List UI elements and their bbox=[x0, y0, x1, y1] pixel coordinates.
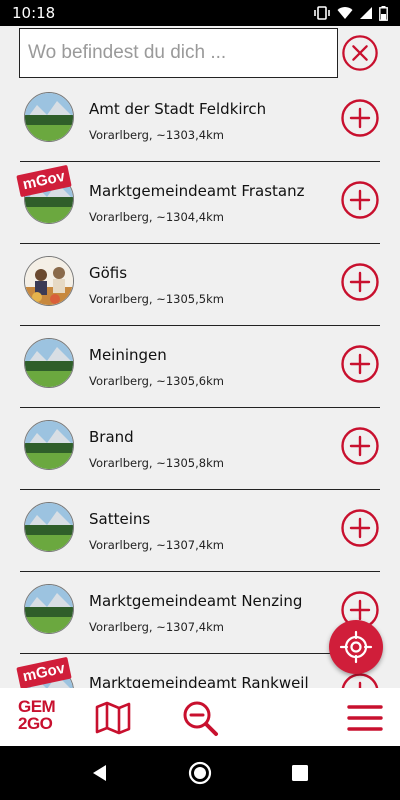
plus-circle-icon[interactable] bbox=[340, 672, 380, 688]
item-name: Marktgemeindeamt Frastanz bbox=[89, 182, 305, 200]
close-circle-icon[interactable] bbox=[341, 34, 379, 72]
status-bar: 10:18 bbox=[0, 0, 400, 26]
municipality-thumbnail bbox=[24, 584, 74, 634]
bottom-nav: GEM 2GO bbox=[0, 688, 400, 746]
list-item[interactable]: Amt der Stadt Feldkirch Vorarlberg, ~130… bbox=[20, 80, 380, 162]
item-subtitle: Vorarlberg, ~1305,8km bbox=[89, 456, 224, 470]
item-name: Göfis bbox=[89, 264, 128, 282]
municipality-thumbnail bbox=[24, 420, 74, 470]
map-icon[interactable] bbox=[93, 698, 133, 738]
crosshair-icon bbox=[339, 630, 373, 664]
list-item[interactable]: Satteins Vorarlberg, ~1307,4km bbox=[20, 490, 380, 572]
hamburger-menu-icon[interactable] bbox=[345, 698, 385, 738]
vibrate-icon bbox=[314, 6, 330, 20]
wifi-icon bbox=[337, 7, 353, 20]
locate-me-button[interactable] bbox=[329, 620, 383, 674]
location-search-input[interactable] bbox=[19, 28, 338, 78]
status-time: 10:18 bbox=[12, 4, 56, 22]
item-name: Amt der Stadt Feldkirch bbox=[89, 100, 267, 118]
item-subtitle: Vorarlberg, ~1305,6km bbox=[89, 374, 224, 388]
logo-line-1: GEM bbox=[18, 697, 56, 716]
item-name: Brand bbox=[89, 428, 134, 446]
plus-circle-icon[interactable] bbox=[340, 344, 380, 384]
battery-icon bbox=[379, 5, 388, 21]
gem2go-logo[interactable]: GEM 2GO bbox=[18, 698, 58, 732]
item-subtitle: Vorarlberg, ~1305,5km bbox=[89, 292, 224, 306]
municipality-thumbnail bbox=[24, 92, 74, 142]
system-nav-bar bbox=[0, 746, 400, 800]
back-icon[interactable] bbox=[88, 761, 112, 785]
logo-line-2: 2GO bbox=[18, 714, 53, 733]
list-item[interactable]: Brand Vorarlberg, ~1305,8km bbox=[20, 408, 380, 490]
municipality-thumbnail bbox=[24, 502, 74, 552]
item-name: Marktgemeindeamt Rankweil bbox=[89, 674, 309, 688]
municipality-thumbnail bbox=[24, 256, 74, 306]
search-bar bbox=[0, 26, 400, 80]
plus-circle-icon[interactable] bbox=[340, 508, 380, 548]
item-subtitle: Vorarlberg, ~1303,4km bbox=[89, 128, 224, 142]
list-item[interactable]: Marktgemeindeamt Nenzing Vorarlberg, ~13… bbox=[20, 572, 380, 654]
home-icon[interactable] bbox=[188, 761, 212, 785]
item-name: Meiningen bbox=[89, 346, 167, 364]
list-item[interactable]: Göfis Vorarlberg, ~1305,5km bbox=[20, 244, 380, 326]
municipality-list: Amt der Stadt Feldkirch Vorarlberg, ~130… bbox=[0, 80, 400, 688]
zoom-out-icon[interactable] bbox=[180, 698, 220, 738]
recents-icon[interactable] bbox=[288, 761, 312, 785]
plus-circle-icon[interactable] bbox=[340, 180, 380, 220]
plus-circle-icon[interactable] bbox=[340, 262, 380, 302]
status-icons bbox=[313, 5, 388, 21]
list-item[interactable]: mGov Marktgemeindeamt Frastanz Vorarlber… bbox=[16, 162, 380, 244]
item-subtitle: Vorarlberg, ~1307,4km bbox=[89, 538, 224, 552]
plus-circle-icon[interactable] bbox=[340, 426, 380, 466]
item-subtitle: Vorarlberg, ~1304,4km bbox=[89, 210, 224, 224]
item-name: Marktgemeindeamt Nenzing bbox=[89, 592, 303, 610]
plus-circle-icon[interactable] bbox=[340, 98, 380, 138]
list-item[interactable]: mGov Marktgemeindeamt Rankweil bbox=[16, 654, 380, 688]
signal-icon bbox=[360, 7, 372, 19]
item-subtitle: Vorarlberg, ~1307,4km bbox=[89, 620, 224, 634]
municipality-thumbnail bbox=[24, 338, 74, 388]
list-item[interactable]: Meiningen Vorarlberg, ~1305,6km bbox=[20, 326, 380, 408]
item-name: Satteins bbox=[89, 510, 151, 528]
